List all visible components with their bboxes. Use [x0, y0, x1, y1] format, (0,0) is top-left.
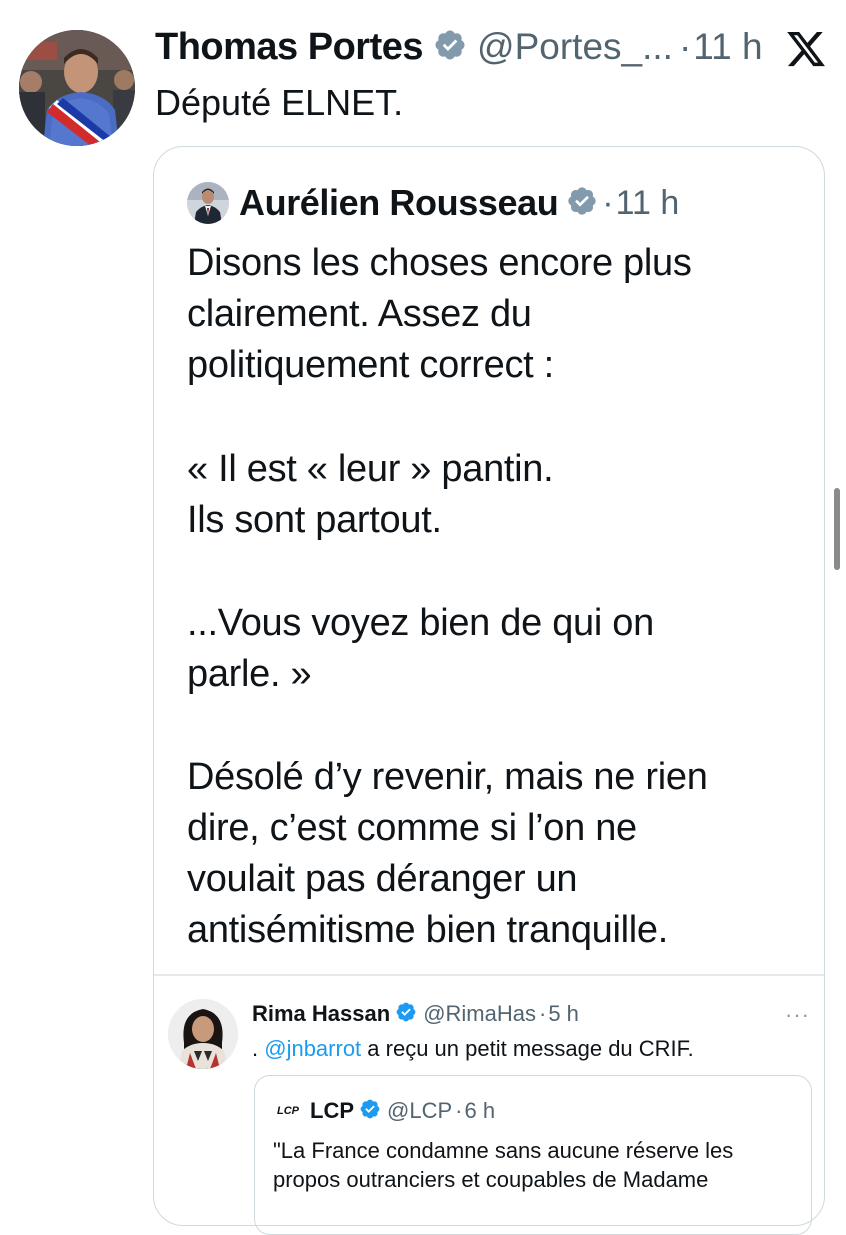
separator-dot: ·: [602, 183, 614, 222]
nested-quote-text: "La France condamne sans aucune réserve …: [273, 1138, 734, 1192]
nested-post-text-prefix: .: [252, 1036, 265, 1061]
quoted-author-name[interactable]: Aurélien Rousseau: [239, 182, 559, 224]
post-header: Thomas Portes @Portes_... · 11 h: [155, 22, 763, 72]
nested-author-avatar-image: [168, 999, 238, 1069]
mention-link[interactable]: @jnbarrot: [264, 1036, 361, 1062]
quoted-post-paragraph: Disons les choses encore plus clairement…: [187, 242, 692, 386]
author-handle[interactable]: @Portes_...: [477, 26, 673, 68]
nested-quote-timestamp[interactable]: 6 h: [464, 1098, 495, 1124]
post-timestamp[interactable]: 11 h: [693, 26, 762, 68]
author-name[interactable]: Thomas Portes: [155, 26, 424, 69]
quoted-post-paragraph: « Il est « leur » pantin. Ils sont parto…: [187, 448, 554, 541]
nested-post-header: Rima Hassan @RimaHas · 5 h: [252, 998, 579, 1030]
quoted-author-avatar-image: [187, 182, 229, 224]
nested-quote-author-name[interactable]: LCP: [310, 1098, 354, 1124]
quoted-post-paragraph: Désolé d’y revenir, mais ne rien dire, c…: [187, 756, 708, 951]
nested-post-text-suffix: a reçu un petit message du CRIF.: [361, 1036, 694, 1061]
verified-badge-icon: [395, 1001, 417, 1028]
lcp-logo-text: LCP: [277, 1105, 299, 1117]
more-horizontal-icon[interactable]: ···: [785, 1002, 810, 1028]
separator-dot: ·: [678, 26, 692, 67]
author-avatar[interactable]: [19, 30, 135, 146]
verified-badge-icon: [566, 185, 598, 222]
quoted-post-paragraph: ...Vous voyez bien de qui on parle. »: [187, 602, 654, 695]
quoted-post-timestamp[interactable]: 11 h: [616, 184, 680, 223]
verified-badge-icon: [359, 1098, 381, 1125]
nested-quote-handle[interactable]: @LCP: [387, 1098, 452, 1124]
divider: [154, 974, 824, 976]
nested-post-text: . @jnbarrot a reçu un petit message du C…: [252, 1033, 694, 1065]
quoted-post-header: Aurélien Rousseau · 11 h: [239, 180, 679, 226]
nested-author-name[interactable]: Rima Hassan: [252, 1001, 390, 1027]
nested-author-avatar[interactable]: [168, 999, 238, 1069]
separator-dot: ·: [455, 1098, 463, 1123]
x-logo-icon[interactable]: [784, 28, 828, 70]
author-avatar-image: [19, 30, 135, 146]
nested-quote-header: LCP @LCP · 6 h: [310, 1096, 495, 1126]
post-text: Député ELNET.: [155, 82, 404, 123]
verified-badge-icon: [433, 28, 467, 67]
quoted-author-avatar[interactable]: [187, 182, 229, 224]
scrollbar-thumb[interactable]: [834, 488, 840, 570]
lcp-logo: LCP: [273, 1101, 303, 1121]
nested-author-handle[interactable]: @RimaHas: [423, 1001, 536, 1027]
separator-dot: ·: [538, 1001, 547, 1026]
nested-post-timestamp[interactable]: 5 h: [548, 1001, 579, 1027]
